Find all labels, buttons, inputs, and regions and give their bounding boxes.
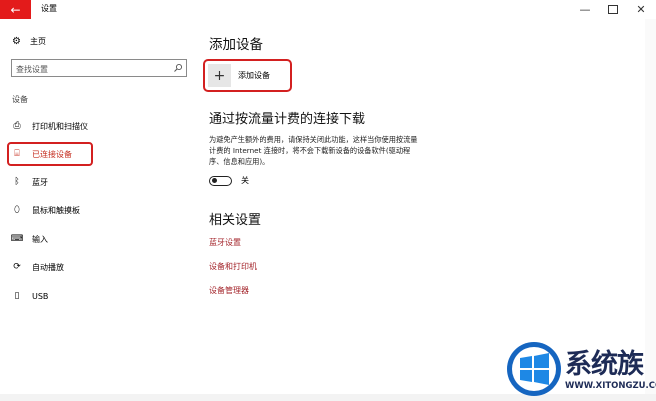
watermark-text: 系统族 — [565, 349, 644, 380]
link-device-manager[interactable]: 设备管理器 — [209, 285, 249, 296]
sidebar-item-label: 已连接设备 — [32, 149, 72, 159]
search-input[interactable]: 查找设置 — [11, 59, 187, 77]
printer-icon: ⎙ — [13, 121, 21, 131]
windows-logo-icon — [507, 342, 561, 396]
toggle-state-label: 关 — [241, 176, 249, 185]
sidebar-item-printers[interactable]: ⎙ 打印机和扫描仪 — [12, 118, 88, 134]
maximize-icon — [608, 5, 618, 14]
add-device-button[interactable]: + 添加设备 — [208, 64, 270, 87]
gear-icon: ⚙ — [12, 36, 21, 47]
sidebar-item-autoplay[interactable]: ⟳ 自动播放 — [12, 259, 64, 275]
watermark: 系统族 WWW.XITONGZU.COM — [505, 338, 656, 401]
search-placeholder: 查找设置 — [16, 65, 48, 74]
close-button[interactable]: ✕ — [627, 0, 655, 19]
metered-download-heading: 通过按流量计费的连接下载 — [209, 112, 366, 127]
title-bar: ← 设置 — ✕ — [0, 0, 656, 19]
sidebar-item-bluetooth[interactable]: ᛒ 蓝牙 — [12, 174, 48, 190]
close-icon: ✕ — [636, 3, 646, 16]
sidebar-item-label: 蓝牙 — [32, 177, 48, 187]
sidebar-item-typing[interactable]: ⌨ 输入 — [10, 231, 49, 247]
back-button[interactable]: ← — [0, 0, 31, 19]
sidebar-item-mouse[interactable]: ⬯ 鼠标和触摸板 — [12, 202, 80, 218]
window-title: 设置 — [41, 4, 57, 13]
sidebar-item-usb[interactable]: ▯ USB — [12, 288, 49, 304]
watermark-url: WWW.XITONGZU.COM — [565, 381, 656, 391]
sidebar-item-label: 鼠标和触摸板 — [32, 205, 80, 215]
add-device-label: 添加设备 — [238, 71, 270, 80]
keyboard-icon: ⌨ — [10, 234, 24, 244]
metered-description: 为避免产生额外的费用，请保持关闭此功能，这样当你使用按流量 计费的 Intern… — [209, 134, 479, 167]
description-line: 计费的 Internet 连接时，将不会下载新设备的设备软件(驱动程 — [209, 146, 411, 155]
description-line: 序、信息和应用)。 — [209, 157, 270, 166]
arrow-left-icon: ← — [10, 2, 21, 17]
autoplay-icon: ⟳ — [13, 262, 21, 272]
sidebar-item-connected-devices[interactable]: ⌸ 已连接设备 — [12, 146, 72, 162]
settings-window: ← 设置 — ✕ ⚙ 主页 查找设置 设备 ⎙ 打印机和扫描仪 ⌸ 已连接设备 … — [0, 0, 656, 401]
home-label: 主页 — [29, 37, 46, 46]
metered-download-toggle[interactable] — [209, 175, 232, 186]
link-devices-printers[interactable]: 设备和打印机 — [209, 261, 257, 272]
usb-icon: ▯ — [14, 291, 20, 301]
connected-devices-icon: ⌸ — [14, 149, 20, 159]
maximize-button[interactable] — [599, 0, 627, 19]
description-line: 为避免产生额外的费用，请保持关闭此功能，这样当你使用按流量 — [209, 135, 418, 144]
related-settings-heading: 相关设置 — [209, 213, 262, 228]
bluetooth-icon: ᛒ — [14, 177, 20, 187]
sidebar-home[interactable]: ⚙ 主页 — [12, 36, 46, 47]
metered-toggle-row: 关 — [209, 175, 249, 186]
section-label-devices: 设备 — [12, 95, 28, 104]
search-icon[interactable] — [173, 63, 183, 73]
add-device-heading: 添加设备 — [209, 37, 263, 53]
mouse-icon: ⬯ — [14, 205, 20, 215]
link-bluetooth-settings[interactable]: 蓝牙设置 — [209, 237, 241, 248]
minimize-button[interactable]: — — [571, 0, 599, 19]
sidebar-item-label: 打印机和扫描仪 — [32, 121, 88, 131]
plus-icon: + — [208, 64, 231, 87]
sidebar-item-label: USB — [32, 291, 49, 301]
minimize-icon: — — [579, 3, 591, 16]
sidebar-item-label: 自动播放 — [32, 262, 64, 272]
sidebar-item-label: 输入 — [32, 234, 48, 244]
